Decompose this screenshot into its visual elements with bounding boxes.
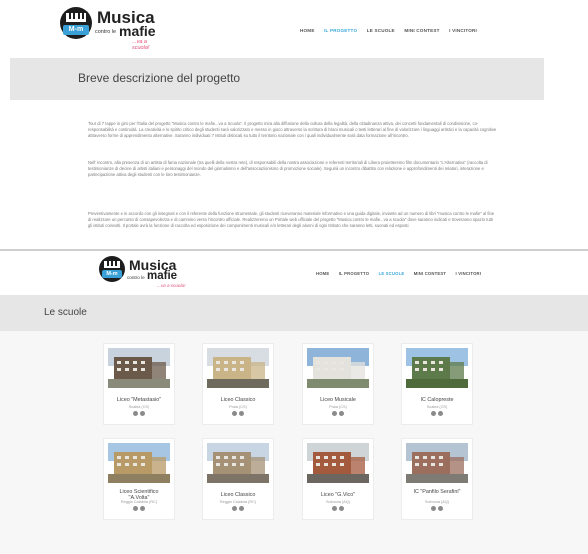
school-links <box>303 506 373 511</box>
logo-icon: M-m <box>60 7 92 39</box>
school-name[interactable]: Liceo "G.Vico" <box>303 492 373 498</box>
school-name[interactable]: Liceo Musicale <box>303 397 373 403</box>
intro-paragraph-1: Tour di 7 tappe in giro per l'Italia del… <box>88 121 497 139</box>
school-card[interactable]: Liceo Classico Reggio Calabria (RC) <box>202 438 274 520</box>
nav-home[interactable]: HOME <box>300 28 315 33</box>
school-photo[interactable] <box>108 443 170 483</box>
school-name[interactable]: IC Calopreste <box>402 397 472 403</box>
school-city: Praia (CS) <box>329 405 347 409</box>
school-card[interactable]: Liceo Scientifico "A.Volta" Reggio Calabr… <box>103 438 175 520</box>
info-link-icon[interactable] <box>232 411 237 416</box>
nav-il-progetto[interactable]: IL PROGETTO <box>324 28 357 33</box>
school-links <box>104 506 174 511</box>
school-city: Reggio Calabria (RC) <box>120 500 158 504</box>
school-links <box>402 506 472 511</box>
school-links <box>303 411 373 416</box>
school-city: Sulmona (AQ) <box>424 500 450 504</box>
logo-icon-text: M-m <box>68 26 84 33</box>
school-name[interactable]: Liceo Classico <box>203 492 273 498</box>
school-links <box>104 411 174 416</box>
intro-paragraph-3: Preventivamente e in accordo con gli ins… <box>88 211 495 229</box>
school-card[interactable]: Liceo "G.Vico" Sulmona (AQ) <box>302 438 374 520</box>
page-title: Breve descrizione del progetto <box>78 71 241 85</box>
school-card[interactable]: Liceo Musicale Praia (CS) <box>302 343 374 425</box>
school-city: Sulmona (AQ) <box>325 500 351 504</box>
info-link-icon[interactable] <box>232 506 237 511</box>
school-name[interactable]: Liceo "Metastasio" <box>104 397 174 403</box>
website-link-icon[interactable] <box>339 506 344 511</box>
school-card[interactable]: Liceo Classico Praia (CS) <box>202 343 274 425</box>
info-link-icon[interactable] <box>431 506 436 511</box>
logo-subtitle: mafie <box>119 23 156 39</box>
school-photo[interactable] <box>406 443 468 483</box>
info-link-icon[interactable] <box>133 411 138 416</box>
school-name[interactable]: Liceo Classico <box>203 397 273 403</box>
bottom-page: M-m Musica contro le mafie ...va a scuol… <box>0 251 588 554</box>
intro-paragraph-2: Nell' incontro, alla presenza di un arti… <box>88 160 488 178</box>
school-card[interactable]: IC Calopreste Scalea (CS) <box>401 343 473 425</box>
school-links <box>402 411 472 416</box>
logo-subtitle-prefix: contro le <box>95 29 117 35</box>
school-city: Scalea (CS) <box>426 405 448 409</box>
logo-tagline: ...va a scuola! <box>132 39 150 51</box>
website-link-icon[interactable] <box>339 411 344 416</box>
school-card[interactable]: IC "Panfilo Serafini" Sulmona (AQ) <box>401 438 473 520</box>
top-page: M-m Musica contro le mafie ...va a scuol… <box>0 0 588 250</box>
info-link-icon[interactable] <box>332 411 337 416</box>
website-link-icon[interactable] <box>239 506 244 511</box>
website-link-icon[interactable] <box>438 506 443 511</box>
school-photo[interactable] <box>406 348 468 388</box>
info-link-icon[interactable] <box>133 506 138 511</box>
nav-i-vincitori[interactable]: I VINCITORI <box>449 28 477 33</box>
school-photo[interactable] <box>207 348 269 388</box>
school-name[interactable]: IC "Panfilo Serafini" <box>402 489 472 495</box>
school-photo[interactable] <box>207 443 269 483</box>
school-links <box>203 506 273 511</box>
nav-le-scuole[interactable]: LE SCUOLE <box>367 28 395 33</box>
website-link-icon[interactable] <box>438 411 443 416</box>
school-card[interactable]: Liceo "Metastasio" Scalea (CS) <box>103 343 175 425</box>
main-nav: HOME IL PROGETTO LE SCUOLE MINI CONTEST … <box>300 28 540 33</box>
school-photo[interactable] <box>108 348 170 388</box>
page-title-band: Breve descrizione del progetto <box>10 58 544 100</box>
school-photo[interactable] <box>307 348 369 388</box>
school-links <box>203 411 273 416</box>
info-link-icon[interactable] <box>332 506 337 511</box>
nav-mini-contest[interactable]: MINI CONTEST <box>404 28 439 33</box>
info-link-icon[interactable] <box>431 411 436 416</box>
website-link-icon[interactable] <box>140 506 145 511</box>
school-city: Scalea (CS) <box>128 405 150 409</box>
school-grid: Liceo "Metastasio" Scalea (CS) Liceo Class… <box>0 251 588 554</box>
school-photo[interactable] <box>307 443 369 483</box>
site-logo[interactable]: M-m Musica contro le mafie ...va a scuol… <box>55 3 165 51</box>
website-link-icon[interactable] <box>140 411 145 416</box>
website-link-icon[interactable] <box>239 411 244 416</box>
school-city: Reggio Calabria (RC) <box>219 500 257 504</box>
school-city: Praia (CS) <box>229 405 247 409</box>
